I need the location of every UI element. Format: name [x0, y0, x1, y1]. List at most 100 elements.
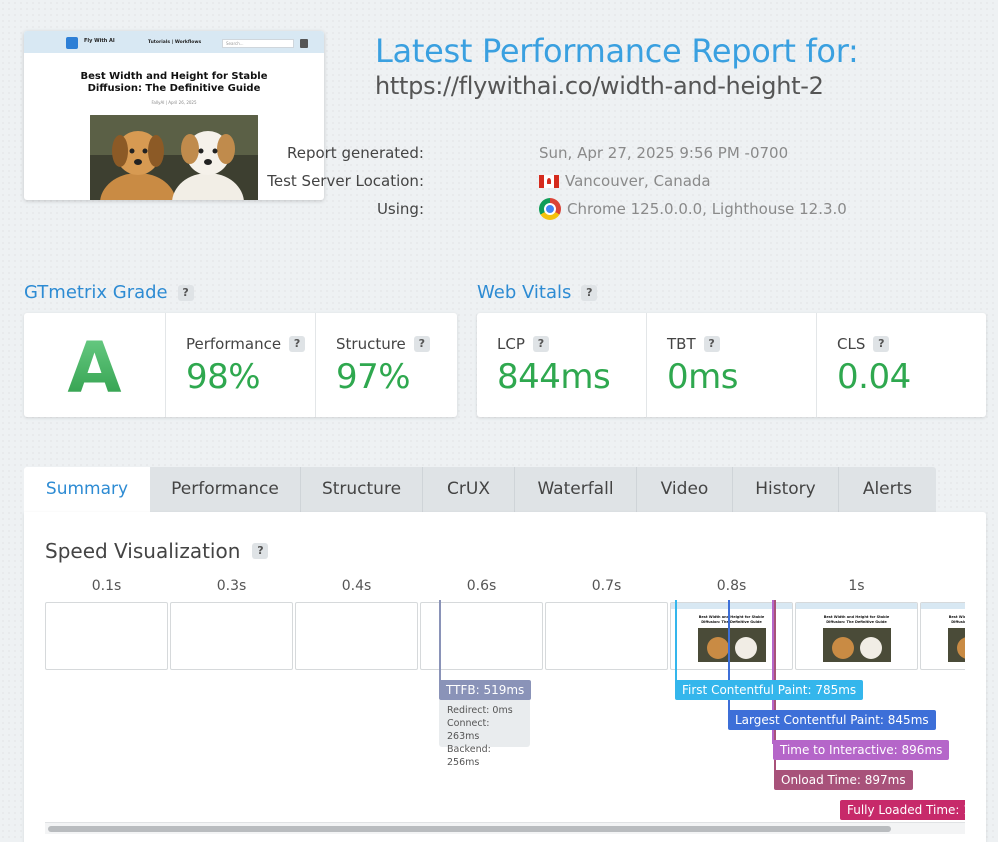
using-text: Chrome 125.0.0.0, Lighthouse 12.3.0 [567, 200, 847, 218]
gtmetrix-grade-card: A Performance ? 98% Structure ? 97% [24, 313, 457, 417]
frame-navbar [796, 603, 917, 609]
filmstrip-frame[interactable] [170, 602, 293, 670]
frame-time-label: 0.3s [216, 578, 247, 594]
server-location-text: Vancouver, Canada [565, 172, 711, 190]
tab-video[interactable]: Video [637, 467, 733, 512]
fcp-marker[interactable]: First Contentful Paint: 785ms [675, 680, 864, 700]
tti-marker[interactable]: Time to Interactive: 896ms [773, 740, 950, 760]
frame-time-label: 0.1s [91, 578, 122, 594]
frame-puppies-image [822, 628, 891, 662]
thumbnail-site-name: Fly With AI [84, 38, 115, 44]
structure-cell: Structure ? 97% [316, 313, 457, 417]
filmstrip-frame[interactable]: Best Width and Height for Stable Diffusi… [920, 602, 965, 670]
help-icon[interactable]: ? [289, 336, 306, 352]
performance-label-row: Performance ? [186, 335, 306, 353]
ttfb-marker[interactable]: TTFB: 519ms [439, 680, 532, 700]
backend-time: Backend: 256ms [447, 744, 491, 768]
speed-visualization-heading: Speed Visualization ? [45, 539, 269, 563]
speed-visualization[interactable]: 0.1s 0.3s 0.4s 0.6s 0.7s 0.8s 1s Best Wi… [45, 574, 965, 834]
fcp-line [675, 600, 677, 684]
report-title: Latest Performance Report for: [375, 32, 859, 70]
frame-puppies-image [947, 628, 965, 662]
help-icon[interactable]: ? [413, 336, 430, 352]
lcp-marker[interactable]: Largest Contentful Paint: 845ms [728, 710, 936, 730]
report-generated-value: Sun, Apr 27, 2025 9:56 PM -0700 [539, 144, 788, 162]
filmstrip-frame[interactable] [545, 602, 668, 670]
web-vitals-card: LCP ? 844ms TBT ? 0ms CLS ? 0.04 [477, 313, 986, 417]
frame-article-title: Best Width and Height for Stable Diffusi… [823, 615, 890, 624]
help-icon[interactable]: ? [177, 284, 194, 301]
site-logo-icon [66, 37, 78, 49]
help-icon[interactable]: ? [703, 336, 720, 352]
onload-marker[interactable]: Onload Time: 897ms [774, 770, 913, 790]
lcp-cell: LCP ? 844ms [477, 313, 647, 417]
report-tabs: Summary Performance Structure CrUX Water… [24, 467, 936, 512]
frame-time-label: 0.4s [341, 578, 372, 594]
cls-label-row: CLS ? [837, 335, 890, 353]
redirect-time: Redirect: 0ms [447, 705, 513, 716]
chrome-icon [539, 198, 561, 220]
frame-time-label: 0.8s [716, 578, 747, 594]
tbt-label-row: TBT ? [667, 335, 720, 353]
help-icon[interactable]: ? [532, 336, 549, 352]
frame-navbar [921, 603, 965, 609]
tab-waterfall[interactable]: Waterfall [515, 467, 637, 512]
canada-flag-icon [539, 174, 559, 188]
thumbnail-article-title: Best Width and Height for Stable Diffusi… [80, 71, 268, 94]
tab-performance[interactable]: Performance [150, 467, 301, 512]
thumbnail-search-icon [300, 39, 308, 48]
using-row: Using: Chrome 125.0.0.0, Lighthouse 12.3… [300, 198, 900, 224]
tab-crux[interactable]: CrUX [423, 467, 515, 512]
web-vitals-label: Web Vitals [477, 282, 572, 303]
performance-label: Performance [186, 335, 282, 353]
using-label: Using: [376, 200, 424, 218]
thumbnail-nav-links: Tutorials | Workflows [148, 40, 202, 45]
thumbnail-navbar: Fly With AI Tutorials | Workflows Search… [24, 31, 324, 53]
structure-label-row: Structure ? [336, 335, 430, 353]
frame-article-title: Best Width and Height for Stable Diffusi… [948, 615, 965, 624]
web-vitals-heading: Web Vitals ? [477, 282, 598, 303]
frame-time-label: 0.7s [591, 578, 622, 594]
help-icon[interactable]: ? [581, 284, 598, 301]
horizontal-scrollbar[interactable] [45, 822, 965, 834]
filmstrip-frame[interactable] [295, 602, 418, 670]
report-generated-text: Sun, Apr 27, 2025 9:56 PM -0700 [539, 144, 789, 162]
server-location-value: Vancouver, Canada [539, 172, 711, 190]
cls-cell: CLS ? 0.04 [817, 313, 986, 417]
tab-alerts[interactable]: Alerts [839, 467, 936, 512]
ttfb-line [439, 600, 441, 684]
tab-history[interactable]: History [733, 467, 839, 512]
filmstrip-frame[interactable] [45, 602, 168, 670]
lcp-label-row: LCP ? [497, 335, 549, 353]
gtmetrix-grade-label: GTmetrix Grade [24, 282, 168, 303]
cls-value: 0.04 [837, 357, 911, 397]
report-generated-label: Report generated: [286, 144, 424, 162]
filmstrip-frame[interactable]: Best Width and Height for Stable Diffusi… [795, 602, 918, 670]
ttfb-breakdown: Redirect: 0ms Connect: 263ms Backend: 25… [439, 700, 530, 768]
performance-score: 98% [186, 357, 261, 397]
report-generated-row: Report generated: Sun, Apr 27, 2025 9:56… [287, 144, 900, 168]
fully-loaded-marker[interactable]: Fully Loaded Time: 1 [840, 800, 965, 820]
tbt-value: 0ms [667, 357, 738, 397]
lcp-label: LCP [497, 335, 525, 353]
frame-time-label: 0.6s [466, 578, 497, 594]
tab-summary[interactable]: Summary [24, 467, 150, 512]
frame-time-label: 1s [848, 578, 865, 594]
cls-label: CLS [837, 335, 866, 353]
server-location-row: Test Server Location: Vancouver, Canada [267, 172, 900, 196]
summary-panel: Speed Visualization ? 0.1s 0.3s 0.4s 0.6… [24, 512, 986, 842]
help-icon[interactable]: ? [252, 543, 269, 559]
lcp-value: 844ms [497, 357, 611, 397]
thumbnail-search: Search... [222, 39, 294, 48]
speed-visualization-title: Speed Visualization [45, 539, 241, 563]
tbt-label: TBT [667, 335, 696, 353]
gtmetrix-grade-heading: GTmetrix Grade ? [24, 282, 194, 303]
report-url: https://flywithai.co/width-and-height-2 [375, 72, 824, 100]
performance-cell: Performance ? 98% [166, 313, 316, 417]
tab-structure[interactable]: Structure [301, 467, 423, 512]
grade-letter: A [24, 327, 165, 409]
structure-score: 97% [336, 357, 411, 397]
thumbnail-article-meta: FallyAI | April 26, 2025 [151, 100, 197, 105]
scrollbar-thumb[interactable] [48, 826, 891, 832]
help-icon[interactable]: ? [873, 336, 890, 352]
